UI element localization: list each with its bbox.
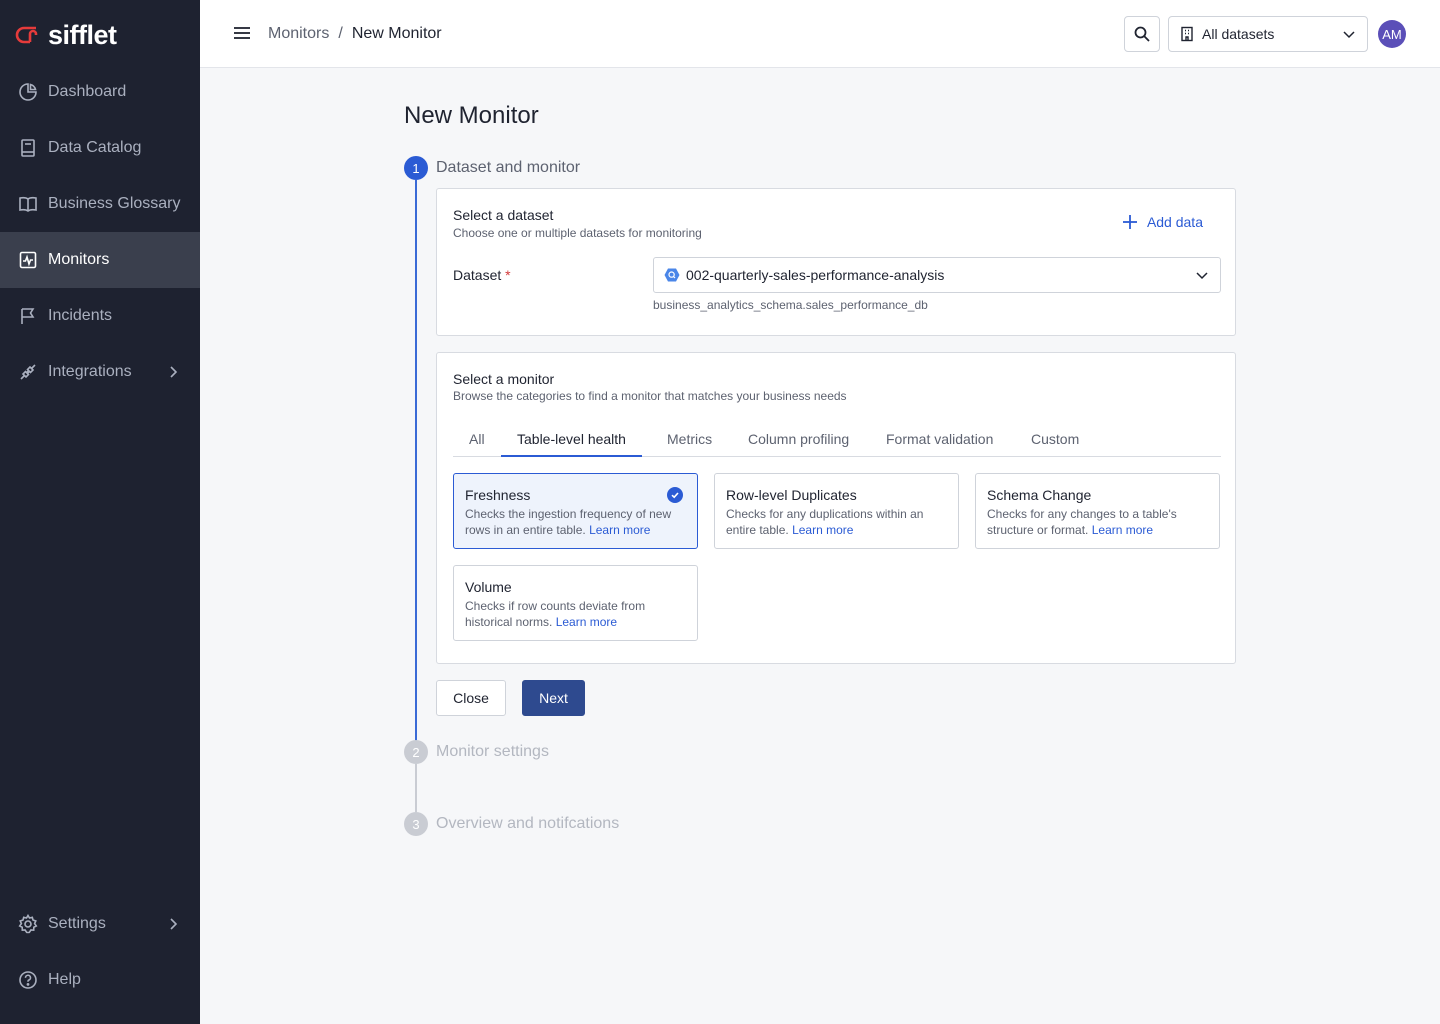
monitor-option-row-level-duplicates[interactable]: Row-level Duplicates Checks for any dupl… [714,473,959,549]
monitor-card-title: Select a monitor [453,371,555,387]
step-3-circle: 3 [404,812,428,836]
monitor-option-description: Checks for any changes to a table's stru… [987,507,1177,537]
glossary-icon [18,194,38,214]
monitor-option-description: Checks if row counts deviate from histor… [465,599,646,629]
dataset-card-title: Select a dataset [453,207,554,223]
sidebar-item-settings[interactable]: Settings [0,896,200,952]
sidebar: sifflet Dashboard Data Catalog Business … [0,0,200,1024]
breadcrumb: Monitors / New Monitor [268,24,442,44]
book-icon [18,138,38,158]
plus-icon [1122,215,1137,229]
help-icon [18,970,38,990]
sidebar-item-label: Business Glossary [48,195,181,212]
page-title: New Monitor [404,102,539,129]
monitor-card-subtitle: Browse the categories to find a monitor … [453,389,847,403]
avatar[interactable]: AM [1378,20,1406,48]
sifflet-logo-icon [15,26,38,44]
check-circle-icon [667,487,683,503]
chevron-down-icon [1196,272,1208,280]
tab-format-validation[interactable]: Format validation [870,427,1009,457]
sidebar-item-label: Incidents [48,307,113,324]
sidebar-item-monitors[interactable]: Monitors [0,232,200,288]
sidebar-item-label: Help [48,971,81,988]
monitor-option-description: Checks the ingestion frequency of new ro… [465,507,672,537]
monitor-option-title: Row-level Duplicates [726,487,857,503]
sidebar-item-integrations[interactable]: Integrations [0,344,200,400]
hamburger-menu-icon[interactable] [232,23,252,43]
plug-icon [18,362,38,382]
dataset-filter-select[interactable]: All datasets [1168,16,1368,52]
dataset-select-value: 002-quarterly-sales-performance-analysis [686,267,945,283]
sidebar-item-help[interactable]: Help [0,952,200,1008]
step-3-label: Overview and notifcations [436,815,620,832]
add-data-button[interactable]: Add data [1121,213,1203,231]
sidebar-item-label: Data Catalog [48,139,142,156]
next-button[interactable]: Next [522,680,585,716]
sidebar-item-business-glossary[interactable]: Business Glossary [0,176,200,232]
stepper-line-active [415,180,417,748]
bigquery-icon [664,268,680,282]
required-mark: * [505,267,511,283]
tab-column-profiling[interactable]: Column profiling [732,427,865,457]
step-1-label: Dataset and monitor [436,159,581,176]
tab-table-level-health[interactable]: Table-level health [501,427,642,457]
top-header: Monitors / New Monitor All datasets AM [200,0,1440,68]
dataset-card-subtitle: Choose one or multiple datasets for moni… [453,226,702,240]
monitor-option-volume[interactable]: Volume Checks if row counts deviate from… [453,565,698,641]
dataset-path: business_analytics_schema.sales_performa… [653,298,928,312]
monitor-option-description: Checks for any duplications within an en… [726,507,924,537]
step-2-circle: 2 [404,740,428,764]
dataset-filter-value: All datasets [1202,26,1275,42]
breadcrumb-monitors-link[interactable]: Monitors [268,24,329,44]
stepper-line-pending [415,764,417,812]
monitor-category-tabs: All Table-level health Metrics Column pr… [453,427,1221,457]
learn-more-link[interactable]: Learn more [556,615,617,629]
search-icon [1134,26,1150,42]
brand-name: sifflet [48,20,117,50]
monitor-option-title: Freshness [465,487,531,503]
monitor-option-schema-change[interactable]: Schema Change Checks for any changes to … [975,473,1220,549]
monitor-option-title: Schema Change [987,487,1092,503]
tab-custom[interactable]: Custom [1015,427,1095,457]
building-icon [1181,26,1193,42]
sidebar-item-label: Dashboard [48,83,127,100]
breadcrumb-current: New Monitor [351,25,442,42]
tab-all[interactable]: All [453,427,501,457]
monitor-card: Select a monitor Browse the categories t… [436,352,1236,664]
chevron-right-icon [170,366,178,378]
dashboard-icon [18,82,38,102]
sidebar-item-dashboard[interactable]: Dashboard [0,64,200,120]
monitor-icon [18,250,38,270]
step-1-circle: 1 [404,156,428,180]
close-button[interactable]: Close [436,680,506,716]
sidebar-item-label: Integrations [48,363,132,380]
learn-more-link[interactable]: Learn more [1092,523,1153,537]
dataset-card: Select a dataset Choose one or multiple … [436,188,1236,336]
chevron-right-icon [170,918,178,930]
learn-more-link[interactable]: Learn more [792,523,853,537]
sidebar-item-label: Monitors [48,251,110,268]
breadcrumb-separator: / [338,25,343,42]
monitor-option-title: Volume [465,579,512,595]
add-data-label: Add data [1146,214,1203,230]
sidebar-item-incidents[interactable]: Incidents [0,288,200,344]
chevron-down-icon [1343,31,1355,39]
gear-icon [18,914,38,934]
step-2-label: Monitor settings [436,743,549,760]
monitor-option-freshness[interactable]: Freshness Checks the ingestion frequency… [453,473,698,549]
tab-metrics[interactable]: Metrics [651,427,728,457]
search-button[interactable] [1124,16,1160,52]
logo[interactable]: sifflet [14,20,117,50]
sidebar-item-data-catalog[interactable]: Data Catalog [0,120,200,176]
dataset-select[interactable]: 002-quarterly-sales-performance-analysis [653,257,1221,293]
flag-icon [18,306,38,326]
dataset-field-label: Dataset * [453,267,511,283]
sidebar-item-label: Settings [48,915,106,932]
learn-more-link[interactable]: Learn more [589,523,650,537]
